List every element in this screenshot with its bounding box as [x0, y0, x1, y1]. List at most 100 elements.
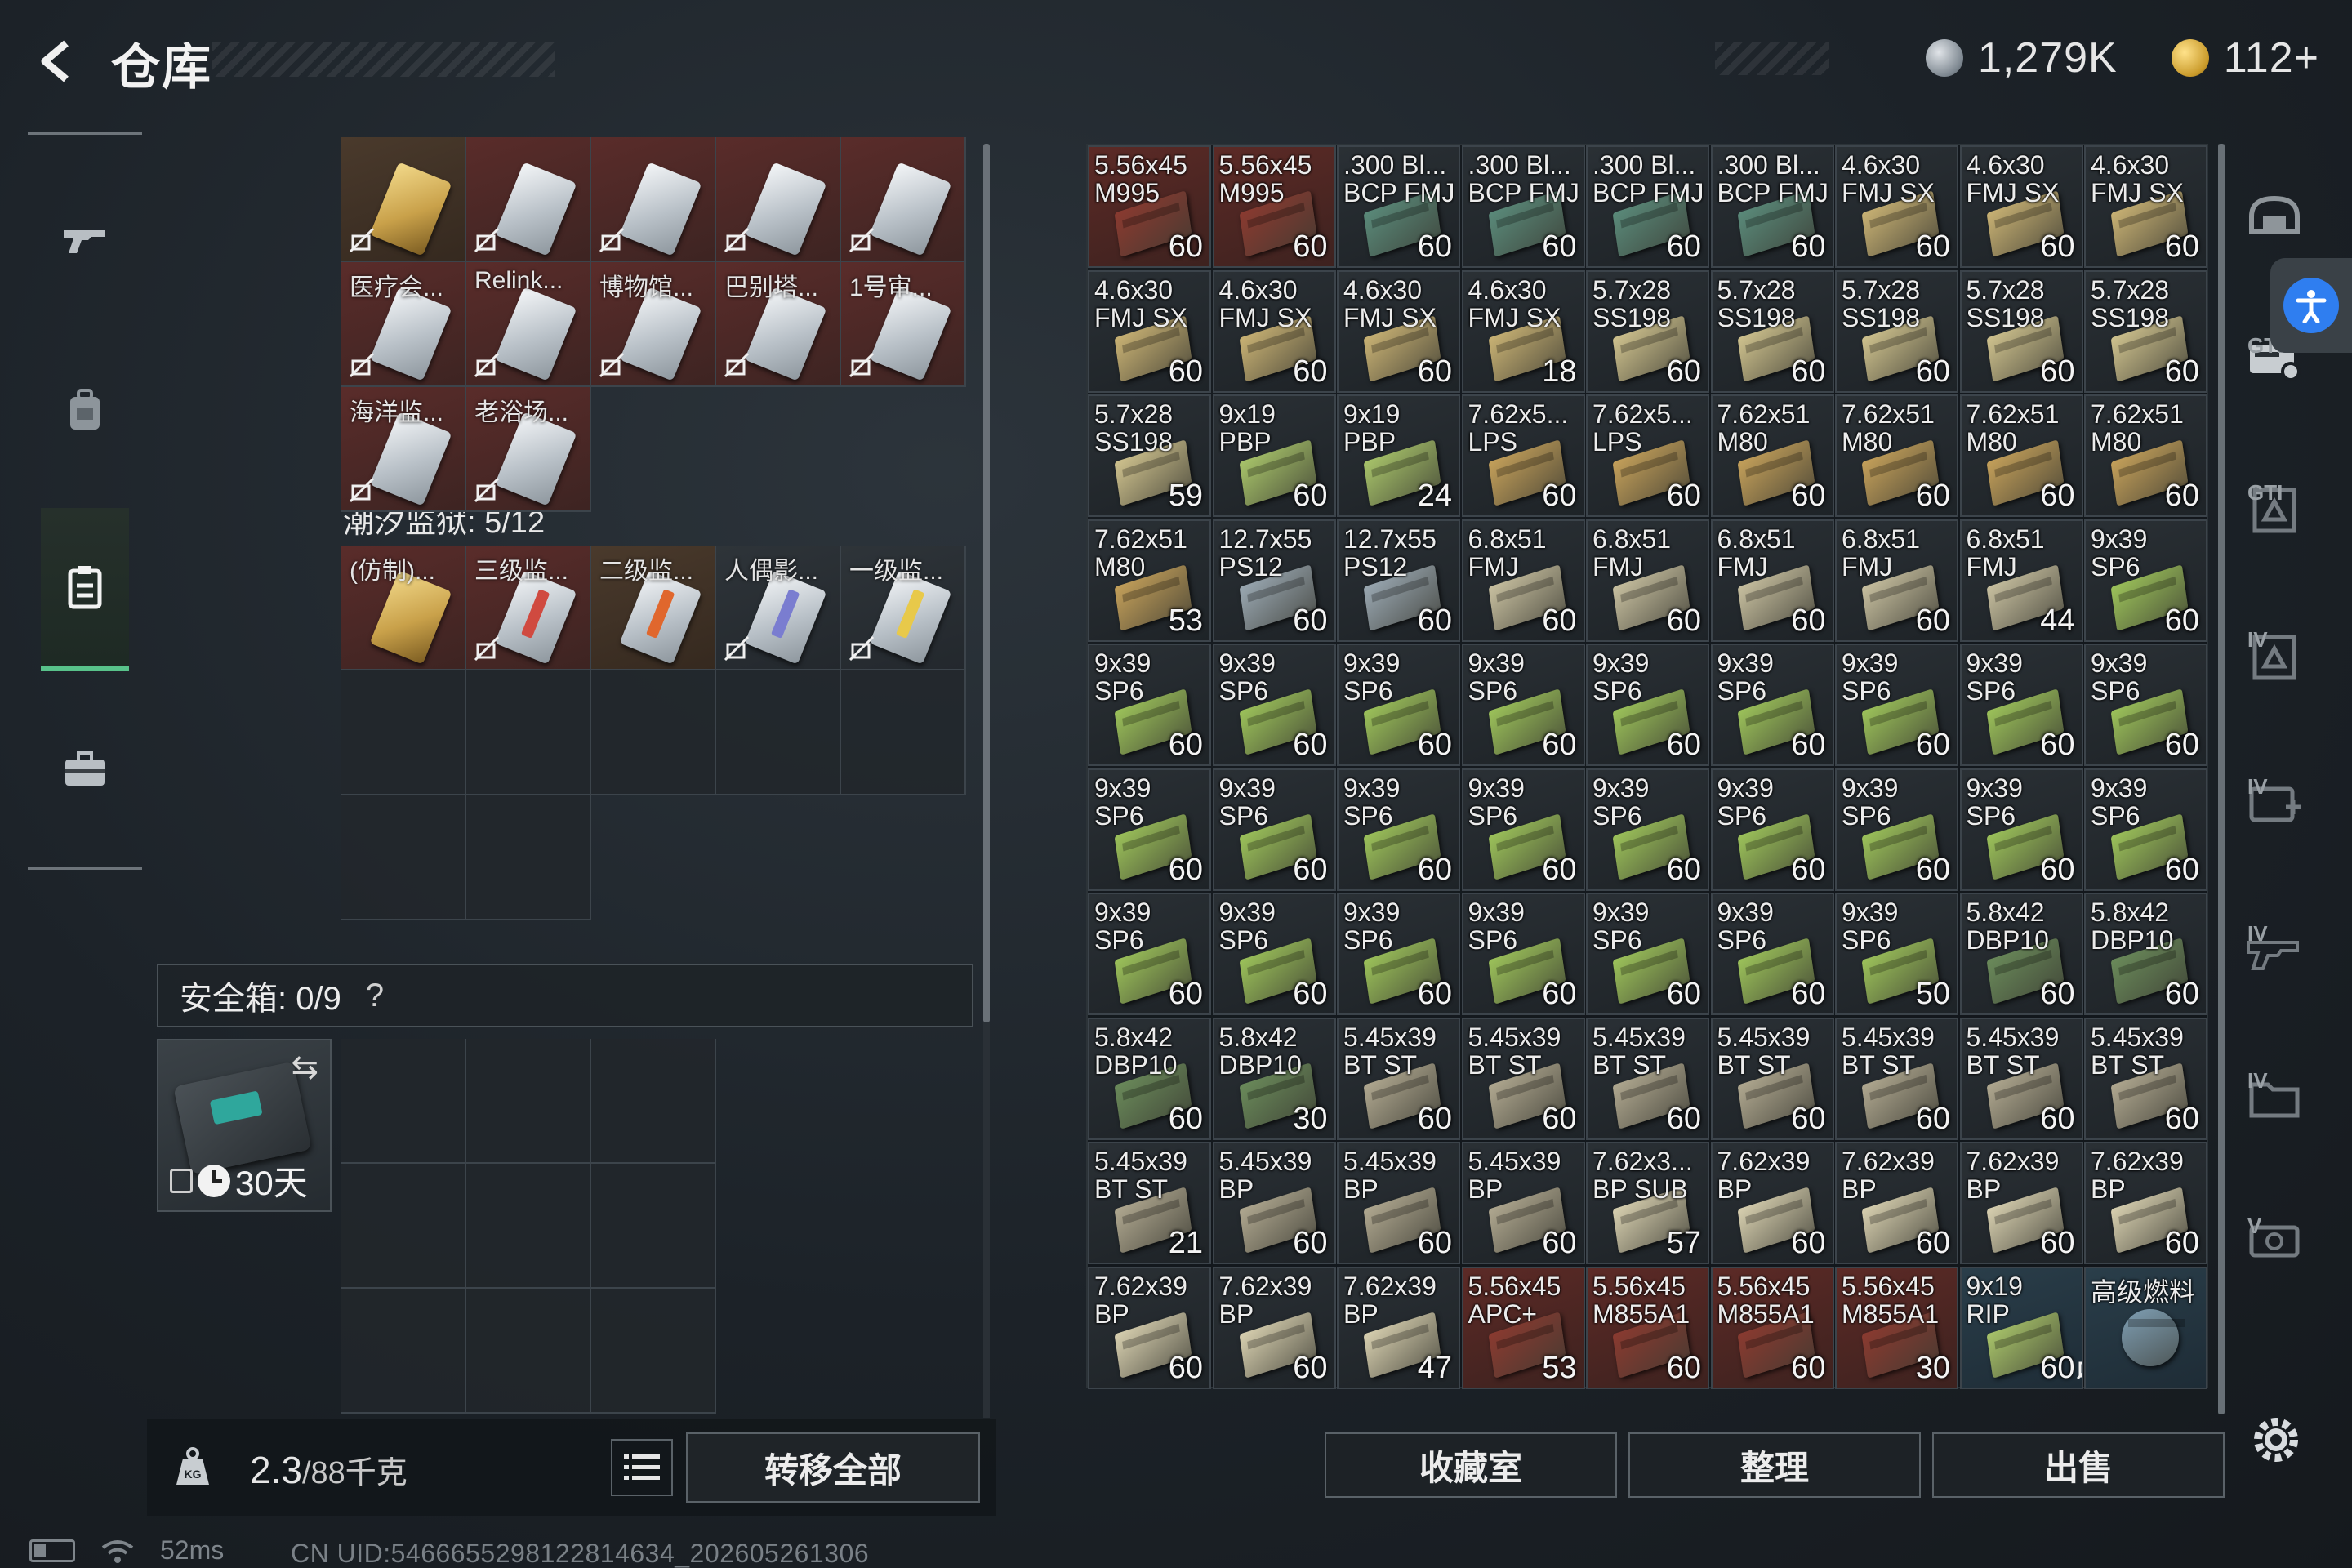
- ammo-item[interactable]: 9x39 SP6 60: [1835, 768, 1958, 891]
- prison-keycard[interactable]: 三级监...: [466, 546, 591, 670]
- ammo-item[interactable]: 6.8x51 FMJ 60: [1461, 519, 1585, 642]
- ammo-item[interactable]: 9x39 SP6 60: [1212, 893, 1336, 1015]
- storage-item[interactable]: [591, 137, 716, 262]
- ammo-item[interactable]: .300 Bl... BCP FMJ 60: [1337, 145, 1460, 268]
- safe-slot[interactable]: [591, 1039, 716, 1164]
- nav-briefcase[interactable]: [41, 688, 129, 851]
- ammo-item[interactable]: 9x39 SP6 60: [1710, 768, 1834, 891]
- storage-item[interactable]: 海洋监...: [341, 387, 466, 512]
- ammo-item[interactable]: 9x39 SP6 60: [1461, 893, 1585, 1015]
- ammo-item[interactable]: 9x39 SP6 60: [1088, 768, 1211, 891]
- ammo-item[interactable]: 7.62x39 BP 60: [1835, 1142, 1958, 1264]
- ammo-item[interactable]: 5.7x28 SS198 59: [1088, 394, 1211, 517]
- storage-item[interactable]: 1号审...: [841, 262, 966, 387]
- ammo-item[interactable]: 7.62x39 BP 60: [1959, 1142, 2083, 1264]
- sell-button[interactable]: 出售: [1932, 1432, 2225, 1498]
- help-icon[interactable]: ?: [366, 978, 384, 1014]
- ammo-item[interactable]: 5.7x28 SS198 60: [1835, 270, 1958, 393]
- ammo-item[interactable]: 6.8x51 FMJ 44: [1959, 519, 2083, 642]
- ammo-item[interactable]: 9x19 PBP 24: [1337, 394, 1460, 517]
- storage-item[interactable]: 医疗会...: [341, 262, 466, 387]
- ammo-item[interactable]: 5.56x45 M855A1 30: [1835, 1266, 1958, 1389]
- ammo-item[interactable]: 9x39 SP6 60: [1212, 644, 1336, 766]
- ammo-item[interactable]: 5.56x45 M855A1 60: [1710, 1266, 1834, 1389]
- gold-amount[interactable]: 112+: [2224, 33, 2319, 82]
- ammo-item[interactable]: 5.56x45 APC+ 53: [1461, 1266, 1585, 1389]
- ammo-item[interactable]: 4.6x30 FMJ SX 60: [1959, 145, 2083, 268]
- ammo-item[interactable]: 9x39 SP6 60: [1586, 644, 1709, 766]
- storage-item[interactable]: [716, 137, 841, 262]
- ammo-item[interactable]: 5.45x39 BT ST 60: [2084, 1017, 2207, 1140]
- ammo-item[interactable]: 5.45x39 BP 60: [1212, 1142, 1336, 1264]
- ammo-item[interactable]: 4.6x30 FMJ SX 60: [2084, 145, 2207, 268]
- ammo-item[interactable]: 9x39 SP6 60: [1088, 893, 1211, 1015]
- nav-weapons[interactable]: [41, 157, 129, 320]
- transfer-all-button[interactable]: 转移全部: [686, 1432, 980, 1503]
- ammo-item[interactable]: 12.7x55 PS12 60: [1337, 519, 1460, 642]
- ammo-item[interactable]: 6.8x51 FMJ 60: [1586, 519, 1709, 642]
- ammo-item[interactable]: .300 Bl... BCP FMJ 60: [1461, 145, 1585, 268]
- ammo-item[interactable]: 7.62x51 M80 60: [1710, 394, 1834, 517]
- ammo-item[interactable]: 9x39 SP6 60: [1337, 644, 1460, 766]
- ammo-item[interactable]: 5.8x42 DBP10 60: [1959, 893, 2083, 1015]
- ammo-item[interactable]: 5.7x28 SS198 60: [1586, 270, 1709, 393]
- ammo-item[interactable]: 7.62x51 M80 60: [2084, 394, 2207, 517]
- safe-slot[interactable]: [466, 1164, 591, 1289]
- ammo-item[interactable]: 4.6x30 FMJ SX 60: [1835, 145, 1958, 268]
- ammo-item[interactable]: 高级燃料: [2084, 1266, 2207, 1389]
- accessibility-button[interactable]: [2270, 258, 2352, 353]
- storage-item[interactable]: Relink...: [466, 262, 591, 387]
- ammo-item[interactable]: 9x39 SP6 60: [1461, 644, 1585, 766]
- storage-item[interactable]: 老浴场...: [466, 387, 591, 512]
- storage-item[interactable]: [466, 137, 591, 262]
- ammo-item[interactable]: 7.62x5... LPS 60: [1461, 394, 1585, 517]
- storage-item[interactable]: 博物馆...: [591, 262, 716, 387]
- storage-item[interactable]: 巴别塔...: [716, 262, 841, 387]
- settings-gear-icon[interactable]: [2246, 1410, 2306, 1470]
- ammo-item[interactable]: .300 Bl... BCP FMJ 60: [1586, 145, 1709, 268]
- ammo-item[interactable]: 7.62x39 BP 47: [1337, 1266, 1460, 1389]
- filter-all[interactable]: [2239, 185, 2310, 255]
- ammo-item[interactable]: 7.62x51 M80 53: [1088, 519, 1211, 642]
- safe-slot[interactable]: [591, 1164, 716, 1289]
- ammo-item[interactable]: 5.45x39 BT ST 60: [1337, 1017, 1460, 1140]
- ammo-item[interactable]: 9x19 PBP 60: [1212, 394, 1336, 517]
- ammo-item[interactable]: 9x39 SP6 60: [2084, 644, 2207, 766]
- ammo-item[interactable]: 4.6x30 FMJ SX 60: [1337, 270, 1460, 393]
- ammo-item[interactable]: 9x39 SP6 60: [1337, 768, 1460, 891]
- safe-slot[interactable]: [466, 1289, 591, 1414]
- safe-slot[interactable]: [591, 1289, 716, 1414]
- ammo-item[interactable]: 4.6x30 FMJ SX 60: [1212, 270, 1336, 393]
- ammo-item[interactable]: 9x39 SP6 60: [1461, 768, 1585, 891]
- ammo-item[interactable]: 5.45x39 BT ST 60: [1461, 1017, 1585, 1140]
- ammo-item[interactable]: 9x39 SP6 60: [2084, 768, 2207, 891]
- back-button[interactable]: [29, 33, 87, 90]
- ammo-item[interactable]: 7.62x5... LPS 60: [1586, 394, 1709, 517]
- ammo-item[interactable]: 5.45x39 BT ST 21: [1088, 1142, 1211, 1264]
- ammo-item[interactable]: 9x39 SP6 60: [1586, 893, 1709, 1015]
- ammo-item[interactable]: 5.8x42 DBP10 60: [1088, 1017, 1211, 1140]
- ammo-item[interactable]: 9x39 SP6 60: [1959, 644, 2083, 766]
- ammo-item[interactable]: 5.45x39 BT ST 60: [1710, 1017, 1834, 1140]
- ammo-item[interactable]: 5.45x39 BT ST 60: [1586, 1017, 1709, 1140]
- ammo-item[interactable]: 6.8x51 FMJ 60: [1835, 519, 1958, 642]
- ammo-item[interactable]: 9x39 SP6 60: [1337, 893, 1460, 1015]
- safe-slot[interactable]: [466, 1039, 591, 1164]
- ammo-item[interactable]: 9x39 SP6 60: [2084, 519, 2207, 642]
- ammo-item[interactable]: 5.56x45 M995 60: [1088, 145, 1211, 268]
- list-view-button[interactable]: [611, 1439, 673, 1496]
- ammo-item[interactable]: 9x39 SP6 50: [1835, 893, 1958, 1015]
- ammo-item[interactable]: 5.56x45 M855A1 60: [1586, 1266, 1709, 1389]
- storage-item[interactable]: [341, 137, 466, 262]
- ammo-item[interactable]: 9x39 SP6 60: [1710, 644, 1834, 766]
- ammo-item[interactable]: 5.8x42 DBP10 60: [2084, 893, 2207, 1015]
- nav-backpack[interactable]: [41, 328, 129, 492]
- collection-button[interactable]: 收藏室: [1325, 1432, 1617, 1498]
- nav-storage[interactable]: [41, 508, 129, 671]
- ammo-item[interactable]: 5.8x42 DBP10 30: [1212, 1017, 1336, 1140]
- prison-keycard[interactable]: 二级监...: [591, 546, 716, 670]
- ammo-item[interactable]: 7.62x39 BP 60: [1088, 1266, 1211, 1389]
- safe-box-item[interactable]: ⇆ 30天: [157, 1039, 332, 1212]
- ammo-item[interactable]: 5.45x39 BP 60: [1337, 1142, 1460, 1264]
- ammo-item[interactable]: 5.45x39 BT ST 60: [1835, 1017, 1958, 1140]
